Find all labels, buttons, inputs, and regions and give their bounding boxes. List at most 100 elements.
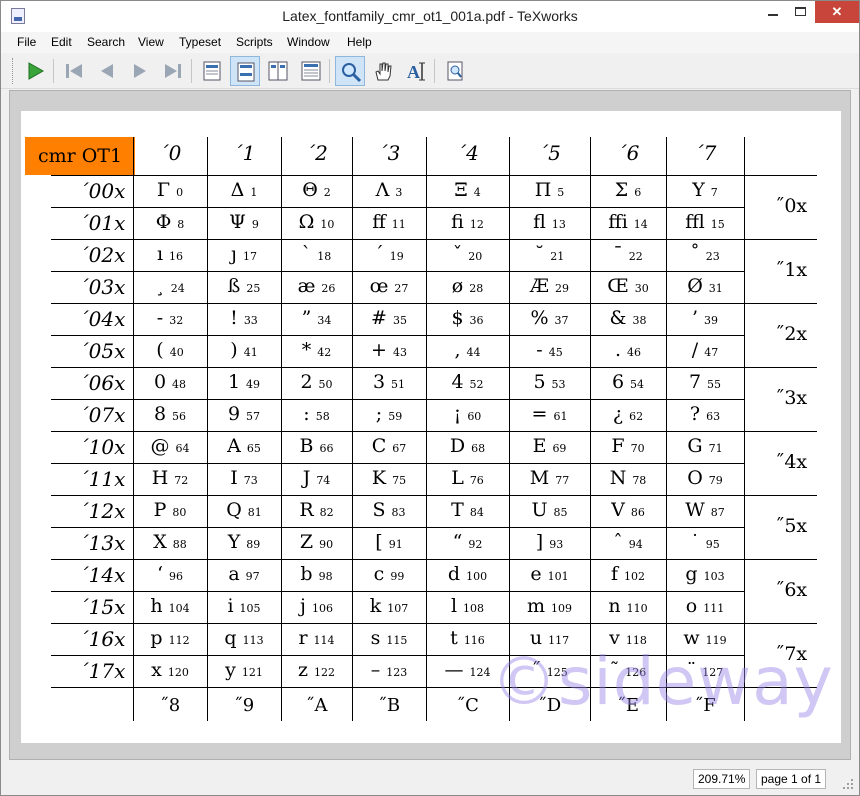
menu-scripts[interactable]: Scripts [236, 35, 273, 49]
resize-grip-icon[interactable] [841, 777, 855, 791]
row-header: ´13x [78, 531, 126, 555]
glyph-cell: Ω 10 [281, 211, 352, 233]
glyph-code: 45 [548, 346, 563, 359]
glyph-cell: ‘ 96 [133, 563, 207, 585]
zoom-level[interactable]: 209.71% [693, 769, 751, 789]
glyph-code: 115 [386, 634, 408, 647]
glyph: 5 [533, 371, 546, 393]
group-rule [51, 303, 817, 304]
select-text-button[interactable]: A [401, 56, 431, 86]
glyph: j [300, 595, 306, 617]
glyph-cell: Œ 30 [590, 275, 666, 297]
glyph-cell: P 80 [133, 499, 207, 521]
glyph-code: 24 [170, 282, 185, 295]
group-rule [51, 367, 817, 368]
glyph-cell: fi 12 [426, 211, 509, 233]
typeset-button[interactable] [20, 56, 50, 86]
glyph-cell: ˇ 20 [426, 243, 509, 265]
glyph-code: 75 [392, 474, 407, 487]
row-header: ´10x [78, 435, 126, 459]
menu-window[interactable]: Window [287, 35, 330, 49]
continuous-two-pages-button[interactable] [296, 56, 326, 86]
glyph-code: 79 [708, 474, 723, 487]
glyph: c [373, 563, 385, 585]
hand-scroll-button[interactable] [368, 56, 398, 86]
glyph-cell: ¸ 24 [133, 275, 207, 297]
glyph: l [450, 595, 458, 617]
glyph: m [526, 595, 546, 617]
single-page-button[interactable] [197, 56, 227, 86]
minimize-button[interactable] [759, 1, 787, 23]
glyph-code: 20 [468, 250, 483, 263]
minimize-icon [768, 14, 778, 16]
previous-page-button[interactable] [92, 56, 122, 86]
glyph-cell: E 69 [509, 435, 590, 457]
glyph: n [608, 595, 621, 617]
print-preview-button[interactable] [440, 56, 470, 86]
continuous-page-button[interactable] [230, 56, 260, 86]
menu-typeset[interactable]: Typeset [179, 35, 221, 49]
glyph: M [529, 467, 550, 489]
glyph-cell: H 72 [133, 467, 207, 489]
glyph-code: 81 [247, 506, 262, 519]
group-header: ˝3x [774, 387, 808, 409]
glyph-cell: ? 63 [666, 403, 744, 425]
menu-edit[interactable]: Edit [51, 35, 72, 49]
close-button[interactable]: ✕ [815, 1, 859, 23]
glyph-cell: ” 34 [281, 307, 352, 329]
glyph-code: 19 [389, 250, 404, 263]
glyph: z [297, 659, 308, 681]
maximize-button[interactable] [787, 1, 815, 23]
glyph-code: 84 [469, 506, 484, 519]
glyph: ß [227, 275, 241, 297]
glyph-cell: 3 51 [352, 371, 426, 393]
glyph: b [300, 563, 313, 585]
glyph: ( [156, 339, 164, 361]
menu-help[interactable]: Help [347, 35, 372, 49]
next-page-button[interactable] [125, 56, 155, 86]
two-pages-button[interactable] [263, 56, 293, 86]
glyph: ø [451, 275, 464, 297]
glyph: O [687, 467, 703, 489]
last-page-button[interactable] [158, 56, 188, 86]
glyph-code: 11 [391, 218, 406, 231]
row-header: ´16x [78, 627, 126, 651]
glyph: S [372, 499, 386, 521]
first-page-icon [66, 64, 82, 78]
group-header: ˝5x [774, 515, 808, 537]
glyph-cell: D 68 [426, 435, 509, 457]
glyph: fl [533, 211, 546, 233]
row-header: ´01x [78, 211, 126, 235]
menu-search[interactable]: Search [87, 35, 125, 49]
glyph-cell: œ 27 [352, 275, 426, 297]
glyph: ; [375, 403, 383, 425]
glyph-cell: ] 93 [509, 531, 590, 553]
glyph-cell: Q 81 [207, 499, 281, 521]
toolbar-grip[interactable] [12, 58, 15, 84]
glyph-code: 46 [627, 346, 642, 359]
glyph-code: 108 [463, 602, 485, 615]
glyph-cell: ffl 15 [666, 211, 744, 233]
glyph-code: 89 [246, 538, 261, 551]
glyph: L [451, 467, 464, 489]
glyph-code: 28 [469, 282, 484, 295]
glyph: 1 [227, 371, 241, 393]
glyph-cell: / 47 [666, 339, 744, 361]
page-indicator[interactable]: page 1 of 1 [756, 769, 827, 789]
glyph-code: 56 [172, 410, 187, 423]
menu-view[interactable]: View [138, 35, 164, 49]
menu-file[interactable]: File [17, 35, 36, 49]
glyph-code: 63 [706, 410, 721, 423]
glyph: 8 [153, 403, 167, 425]
glyph-code: 21 [550, 250, 565, 263]
first-page-button[interactable] [59, 56, 89, 86]
glyph-code: 78 [632, 474, 647, 487]
glyph-cell: B 66 [281, 435, 352, 457]
glyph-cell: ¡ 60 [426, 403, 509, 425]
pdf-viewer[interactable]: cmr OT1 ´0 ´1 ´2 ´3 ´4 ´5 ´6 ´7 ´00x ´01x ´02x ´03x… [9, 90, 851, 760]
magnify-button[interactable] [335, 56, 365, 86]
glyph: Q [226, 499, 242, 521]
glyph-code: 113 [242, 634, 264, 647]
glyph-cell: Æ 29 [509, 275, 590, 297]
glyph-cell: ’ 39 [666, 307, 744, 329]
